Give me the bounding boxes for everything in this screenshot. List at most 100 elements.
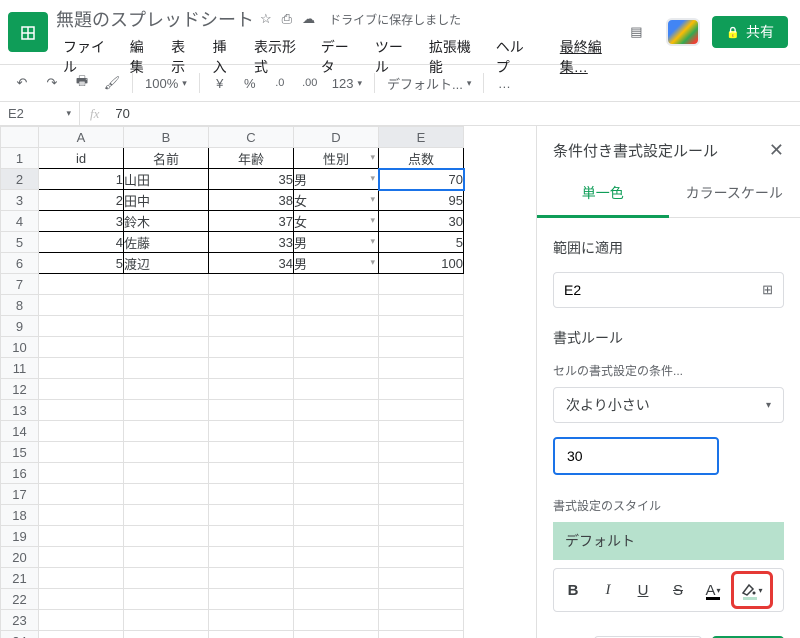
- bold-button[interactable]: B: [556, 575, 590, 605]
- cell-A23[interactable]: [39, 610, 124, 631]
- cell-A18[interactable]: [39, 505, 124, 526]
- cell-B7[interactable]: [124, 274, 209, 295]
- range-input[interactable]: [564, 282, 762, 298]
- row-header-13[interactable]: 13: [1, 400, 39, 421]
- cell-B17[interactable]: [124, 484, 209, 505]
- cell-D20[interactable]: [294, 547, 379, 568]
- cell-C1[interactable]: 年齢: [209, 148, 294, 169]
- cell-C17[interactable]: [209, 484, 294, 505]
- tab-single-color[interactable]: 単一色: [537, 171, 669, 218]
- cell-E19[interactable]: [379, 526, 464, 547]
- cell-D16[interactable]: [294, 463, 379, 484]
- cell-B22[interactable]: [124, 589, 209, 610]
- cell-C11[interactable]: [209, 358, 294, 379]
- cell-D19[interactable]: [294, 526, 379, 547]
- tab-color-scale[interactable]: カラースケール: [669, 171, 800, 217]
- name-box[interactable]: E2: [0, 102, 80, 125]
- italic-button[interactable]: I: [591, 575, 625, 605]
- cell-C20[interactable]: [209, 547, 294, 568]
- cell-E10[interactable]: [379, 337, 464, 358]
- cell-B23[interactable]: [124, 610, 209, 631]
- cell-E8[interactable]: [379, 295, 464, 316]
- cell-A22[interactable]: [39, 589, 124, 610]
- cell-A13[interactable]: [39, 400, 124, 421]
- cell-E20[interactable]: [379, 547, 464, 568]
- increase-decimal-button[interactable]: .00: [296, 69, 324, 97]
- cell-B15[interactable]: [124, 442, 209, 463]
- cell-A1[interactable]: id: [39, 148, 124, 169]
- cell-E12[interactable]: [379, 379, 464, 400]
- cell-B2[interactable]: 山田: [124, 169, 209, 190]
- cell-A14[interactable]: [39, 421, 124, 442]
- cell-C9[interactable]: [209, 316, 294, 337]
- cell-C5[interactable]: 33: [209, 232, 294, 253]
- col-header-C[interactable]: C: [209, 127, 294, 148]
- font-select[interactable]: デフォルト...: [381, 74, 477, 93]
- share-button[interactable]: 共有: [712, 16, 788, 48]
- row-header-3[interactable]: 3: [1, 190, 39, 211]
- cell-D2[interactable]: 男: [294, 169, 379, 190]
- cell-D13[interactable]: [294, 400, 379, 421]
- cell-A8[interactable]: [39, 295, 124, 316]
- cell-D10[interactable]: [294, 337, 379, 358]
- cell-C3[interactable]: 38: [209, 190, 294, 211]
- cell-E14[interactable]: [379, 421, 464, 442]
- cell-B19[interactable]: [124, 526, 209, 547]
- row-header-23[interactable]: 23: [1, 610, 39, 631]
- cell-B4[interactable]: 鈴木: [124, 211, 209, 232]
- cell-E6[interactable]: 100: [379, 253, 464, 274]
- cell-C18[interactable]: [209, 505, 294, 526]
- cell-E17[interactable]: [379, 484, 464, 505]
- move-icon[interactable]: ⎙: [282, 11, 292, 27]
- row-header-2[interactable]: 2: [1, 169, 39, 190]
- cell-D23[interactable]: [294, 610, 379, 631]
- decrease-decimal-button[interactable]: .0: [266, 69, 294, 97]
- cell-C24[interactable]: [209, 631, 294, 638]
- cell-B16[interactable]: [124, 463, 209, 484]
- row-header-12[interactable]: 12: [1, 379, 39, 400]
- cell-B13[interactable]: [124, 400, 209, 421]
- select-all-corner[interactable]: [1, 127, 39, 148]
- row-header-17[interactable]: 17: [1, 484, 39, 505]
- cell-D18[interactable]: [294, 505, 379, 526]
- cell-C22[interactable]: [209, 589, 294, 610]
- cell-E7[interactable]: [379, 274, 464, 295]
- cell-C14[interactable]: [209, 421, 294, 442]
- currency-button[interactable]: ¥: [206, 69, 234, 97]
- strikethrough-button[interactable]: S: [661, 575, 695, 605]
- cell-A11[interactable]: [39, 358, 124, 379]
- menu-edit[interactable]: 編集: [123, 34, 162, 80]
- row-header-19[interactable]: 19: [1, 526, 39, 547]
- cell-B3[interactable]: 田中: [124, 190, 209, 211]
- cell-A2[interactable]: 1: [39, 169, 124, 190]
- cell-A7[interactable]: [39, 274, 124, 295]
- cell-B5[interactable]: 佐藤: [124, 232, 209, 253]
- row-header-11[interactable]: 11: [1, 358, 39, 379]
- cell-D6[interactable]: 男: [294, 253, 379, 274]
- cell-B11[interactable]: [124, 358, 209, 379]
- cell-A5[interactable]: 4: [39, 232, 124, 253]
- cell-C23[interactable]: [209, 610, 294, 631]
- cell-A20[interactable]: [39, 547, 124, 568]
- cell-D4[interactable]: 女: [294, 211, 379, 232]
- cell-B10[interactable]: [124, 337, 209, 358]
- row-header-21[interactable]: 21: [1, 568, 39, 589]
- cell-E3[interactable]: 95: [379, 190, 464, 211]
- cell-B24[interactable]: [124, 631, 209, 638]
- col-header-B[interactable]: B: [124, 127, 209, 148]
- cell-C2[interactable]: 35: [209, 169, 294, 190]
- cell-A21[interactable]: [39, 568, 124, 589]
- cell-C15[interactable]: [209, 442, 294, 463]
- cell-A15[interactable]: [39, 442, 124, 463]
- cell-D5[interactable]: 男: [294, 232, 379, 253]
- cell-B12[interactable]: [124, 379, 209, 400]
- cell-D9[interactable]: [294, 316, 379, 337]
- formula-value[interactable]: 70: [109, 106, 135, 121]
- cell-C6[interactable]: 34: [209, 253, 294, 274]
- cell-B9[interactable]: [124, 316, 209, 337]
- cell-A19[interactable]: [39, 526, 124, 547]
- cell-E5[interactable]: 5: [379, 232, 464, 253]
- row-header-6[interactable]: 6: [1, 253, 39, 274]
- cell-B20[interactable]: [124, 547, 209, 568]
- select-range-icon[interactable]: ⊞: [762, 282, 773, 298]
